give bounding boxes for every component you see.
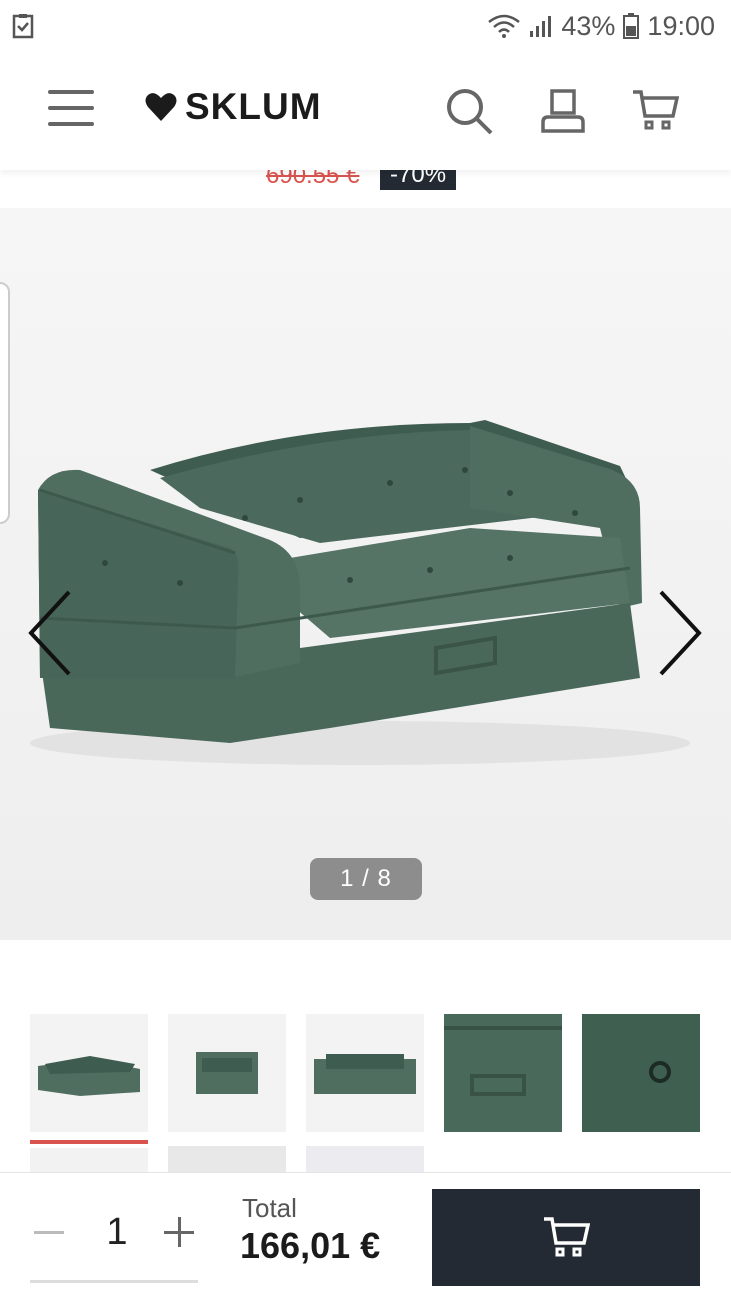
- chevron-left-icon: [28, 590, 71, 676]
- increase-quantity-button[interactable]: [164, 1217, 194, 1247]
- account-icon: [541, 89, 585, 133]
- next-image-button[interactable]: [655, 588, 705, 678]
- wifi-icon: [488, 14, 521, 38]
- thumbnail-1[interactable]: [30, 1014, 148, 1132]
- clock: 19:00: [647, 10, 715, 41]
- thumbnail-3[interactable]: [306, 1014, 424, 1132]
- side-panel-handle[interactable]: [0, 282, 10, 524]
- battery-percent: 43%: [561, 10, 616, 41]
- cart-icon: [544, 1216, 590, 1256]
- total-price: 166,01 €: [240, 1225, 381, 1266]
- status-bar: 43% 19:00: [0, 0, 731, 52]
- site-header: SKLUM: [0, 52, 731, 170]
- menu-button[interactable]: [48, 88, 94, 128]
- chevron-right-icon: [659, 590, 702, 676]
- heart-logo-icon: [145, 93, 177, 121]
- quantity-value[interactable]: 1: [102, 1211, 132, 1254]
- thumbnail-active-indicator: [30, 1140, 148, 1144]
- task-icon: [12, 14, 34, 39]
- decrease-quantity-button[interactable]: [34, 1231, 64, 1234]
- cart-icon: [633, 90, 679, 130]
- search-icon: [447, 89, 493, 135]
- battery-icon: [623, 13, 640, 39]
- prev-image-button[interactable]: [25, 588, 75, 678]
- menu-icon: [48, 90, 94, 94]
- product-image: [0, 208, 731, 940]
- signal-icon: [530, 16, 552, 37]
- thumbnail-2[interactable]: [168, 1014, 286, 1132]
- brand-logo[interactable]: SKLUM: [145, 82, 322, 132]
- add-to-cart-button[interactable]: [432, 1189, 700, 1286]
- quantity-stepper: 1: [30, 1199, 198, 1283]
- brand-name: SKLUM: [185, 86, 322, 127]
- purchase-bar: 1 Total 166,01 €: [0, 1172, 731, 1300]
- product-page: 43% 19:00 690.55 € -70% SKLUM 1 / 8 1 To…: [0, 0, 731, 1300]
- thumbnail-5[interactable]: [582, 1014, 700, 1132]
- image-counter: 1 / 8: [310, 858, 422, 900]
- total-label: Total: [242, 1193, 297, 1223]
- product-gallery[interactable]: 1 / 8: [0, 208, 731, 940]
- cart-button[interactable]: [628, 84, 682, 138]
- thumbnail-4[interactable]: [444, 1014, 562, 1132]
- search-button[interactable]: [442, 84, 496, 138]
- account-button[interactable]: [536, 84, 590, 138]
